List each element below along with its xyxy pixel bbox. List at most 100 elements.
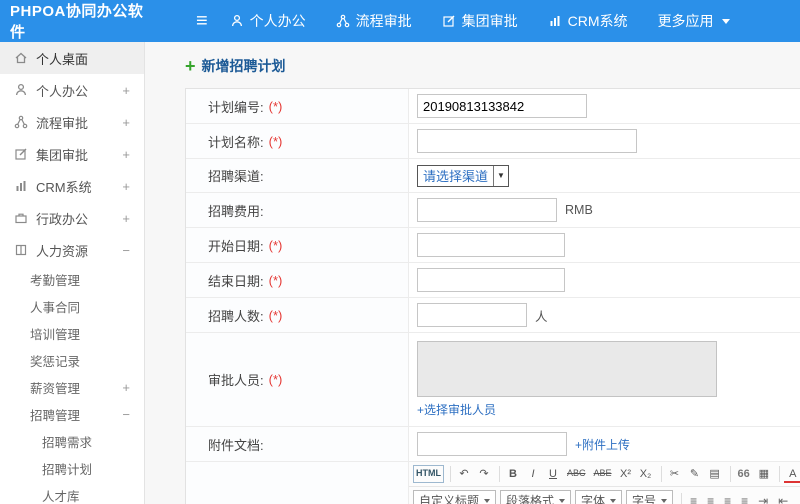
align-center-icon[interactable]: ≡ (703, 492, 718, 504)
attachment-input[interactable] (417, 432, 567, 456)
align-left-icon[interactable]: ≡ (686, 492, 701, 504)
field-label: 招聘渠道: (186, 159, 409, 192)
sidebar: 个人桌面 个人办公 + 流程审批 + 集团审批 + CRM系统 + 行政办公 +… (0, 42, 145, 504)
undo-icon[interactable]: ↶ (455, 465, 473, 483)
expand-icon[interactable]: + (122, 147, 130, 162)
custom-title-dropdown[interactable]: 自定义标题 (413, 490, 497, 504)
nav-more-apps[interactable]: 更多应用 (658, 11, 730, 31)
form-row-cost: 招聘费用: RMB (186, 193, 800, 228)
edit-icon (14, 147, 28, 161)
font-family-dropdown[interactable]: 字体 (575, 490, 623, 504)
field-label: 招聘人数: (*) (186, 298, 409, 332)
start-date-input[interactable] (417, 233, 565, 257)
form-row-plan-no: 计划编号: (*) (186, 89, 800, 124)
currency-unit: RMB (565, 203, 593, 217)
form-row-headcount: 招聘人数: (*) 人 (186, 298, 800, 333)
collapse-icon[interactable]: − (122, 243, 130, 258)
plan-no-input[interactable] (417, 94, 587, 118)
expand-icon[interactable]: + (122, 115, 130, 130)
headcount-input[interactable] (417, 303, 527, 327)
nav-personal-office[interactable]: 个人办公 (230, 11, 306, 31)
nav-label: 集团审批 (461, 13, 518, 29)
format-brush-icon[interactable]: ✎ (686, 465, 704, 483)
menu-toggle-icon[interactable]: ≡ (196, 11, 208, 31)
top-navigation: 个人办公 流程审批 集团审批 CRM系统 更多应用 (230, 11, 730, 31)
subscript-button[interactable]: X₂ (637, 465, 655, 483)
required-marker: (*) (268, 98, 283, 114)
underline-button[interactable]: U (544, 465, 562, 483)
html-source-button[interactable]: HTML (413, 465, 444, 483)
paste-icon[interactable]: ▤ (706, 465, 724, 483)
people-unit: 人 (535, 309, 548, 324)
channel-select[interactable]: 请选择渠道 ▼ (417, 164, 510, 187)
nav-workflow-approval[interactable]: 流程审批 (336, 11, 412, 31)
sidebar-item-hr[interactable]: 人力资源 − (0, 234, 144, 266)
sidebar-item-desktop[interactable]: 个人桌面 (0, 42, 144, 74)
paragraph-format-dropdown[interactable]: 段落格式 (500, 490, 572, 504)
select-approver-link[interactable]: +选择审批人员 (417, 401, 496, 418)
sidebar-item-training[interactable]: 培训管理 (0, 320, 144, 347)
sidebar-item-personal-office[interactable]: 个人办公 + (0, 74, 144, 106)
sidebar-item-label: 人才库 (42, 490, 80, 504)
sidebar-item-rewards[interactable]: 奖惩记录 (0, 347, 144, 374)
sidebar-item-crm[interactable]: CRM系统 + (0, 170, 144, 202)
expand-icon[interactable]: + (122, 380, 130, 395)
superscript-button[interactable]: X² (617, 465, 635, 483)
bold-button[interactable]: B (504, 465, 522, 483)
required-marker: (*) (268, 372, 283, 387)
chevron-down-icon (721, 18, 730, 24)
editor-toolbar-row-1: HTML ↶ ↷ B I U ABC ABE X² X₂ ✂ ✎ ▤ 66 ▦ … (409, 462, 800, 488)
align-justify-icon[interactable]: ≡ (737, 492, 752, 504)
font-size-dropdown[interactable]: 字号 (626, 490, 674, 504)
chevron-down-icon (484, 498, 491, 503)
page-title: + 新增招聘计划 (185, 56, 800, 76)
end-date-input[interactable] (417, 268, 565, 292)
align-right-icon[interactable]: ≡ (720, 492, 735, 504)
chevron-down-icon (661, 498, 668, 503)
flow-icon (336, 14, 350, 28)
font-color-button[interactable]: A (783, 465, 800, 484)
approver-textarea[interactable] (417, 341, 717, 397)
blockquote-button[interactable]: 66 (735, 465, 753, 483)
remove-format-button[interactable]: ABE (591, 466, 615, 482)
sidebar-item-recruit-plan[interactable]: 招聘计划 (0, 455, 144, 482)
sidebar-item-salary[interactable]: 薪资管理 + (0, 374, 144, 401)
recruit-plan-form: 计划编号: (*) 计划名称: (*) 招聘渠道: (185, 88, 800, 504)
nav-label: 更多应用 (657, 13, 714, 29)
field-label-empty (186, 462, 409, 504)
sidebar-item-group-approval[interactable]: 集团审批 + (0, 138, 144, 170)
strikethrough-button[interactable]: ABC (564, 466, 589, 482)
sidebar-item-label: 招聘管理 (30, 409, 81, 423)
toolbar-separator (729, 466, 731, 483)
cut-icon[interactable]: ✂ (666, 465, 684, 483)
expand-icon[interactable]: + (122, 211, 130, 226)
sidebar-item-recruit-mgmt[interactable]: 招聘管理 − (0, 401, 144, 428)
outdent-icon[interactable]: ⇤ (774, 492, 792, 504)
nav-crm-system[interactable]: CRM系统 (548, 11, 628, 31)
collapse-icon[interactable]: − (122, 407, 130, 422)
sidebar-item-label: 培训管理 (30, 328, 81, 342)
expand-icon[interactable]: + (122, 179, 130, 194)
form-row-start-date: 开始日期: (*) (186, 228, 800, 263)
nav-group-approval[interactable]: 集团审批 (442, 11, 518, 31)
plan-name-input[interactable] (417, 129, 637, 153)
book-icon (14, 243, 28, 257)
flow-icon (14, 115, 28, 129)
field-label: 结束日期: (*) (186, 263, 409, 297)
indent-icon[interactable]: ⇥ (754, 492, 772, 504)
attachment-upload-link[interactable]: +附件上传 (575, 436, 630, 453)
cost-input[interactable] (417, 198, 557, 222)
sidebar-item-admin-office[interactable]: 行政办公 + (0, 202, 144, 234)
expand-icon[interactable]: + (122, 83, 130, 98)
sidebar-item-attendance[interactable]: 考勤管理 (0, 266, 144, 293)
sidebar-item-workflow-approval[interactable]: 流程审批 + (0, 106, 144, 138)
sidebar-item-hr-contract[interactable]: 人事合同 (0, 293, 144, 320)
sidebar-item-recruit-demand[interactable]: 招聘需求 (0, 428, 144, 455)
toolbar-separator (499, 466, 500, 483)
required-marker: (*) (268, 133, 283, 149)
table-icon[interactable]: ▦ (755, 465, 773, 483)
italic-button[interactable]: I (524, 465, 542, 483)
redo-icon[interactable]: ↷ (475, 465, 493, 483)
sidebar-item-talent-pool[interactable]: 人才库 (0, 482, 144, 504)
sidebar-item-label: 集团审批 (36, 147, 89, 163)
